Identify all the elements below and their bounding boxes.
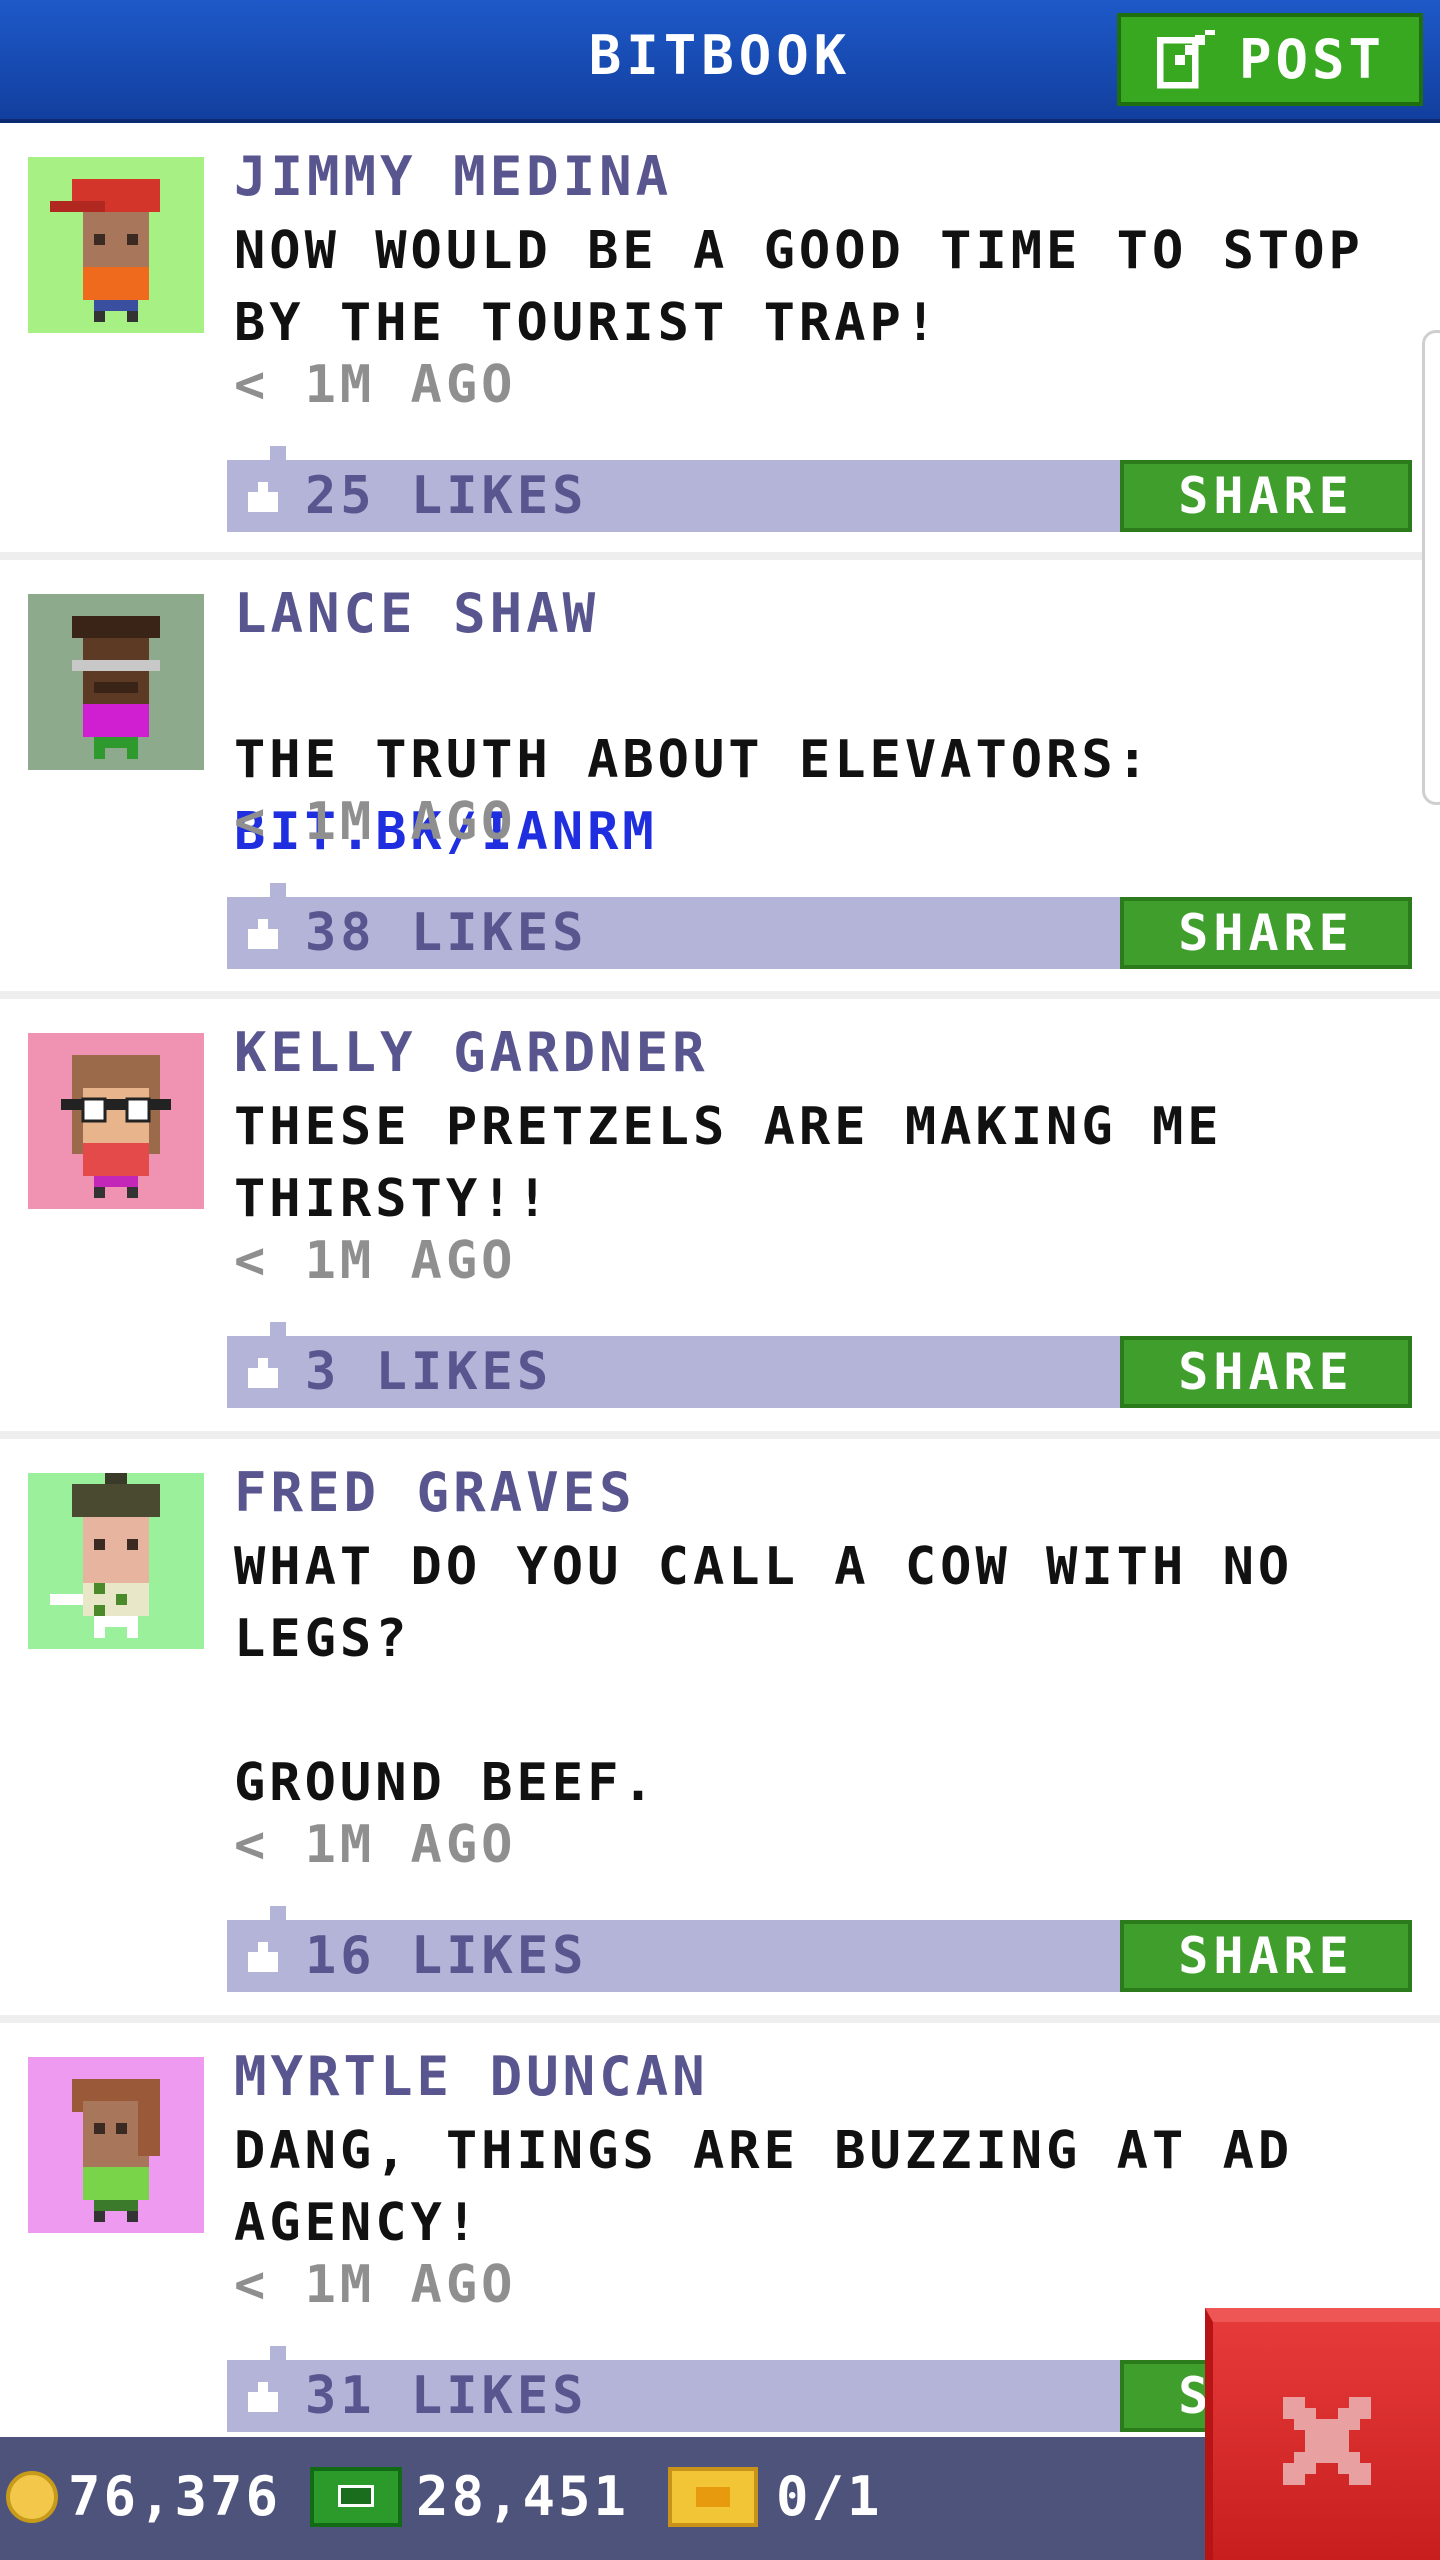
like-bar-notch: [270, 446, 286, 460]
post-author: KELLY GARDNER: [234, 1021, 709, 1084]
like-count: 25 LIKES: [305, 466, 588, 526]
like-bar-notch: [270, 1906, 286, 1920]
post-timestamp: < 1M AGO: [234, 792, 517, 852]
post-timestamp: < 1M AGO: [234, 1231, 517, 1291]
post-author: LANCE SHAW: [234, 582, 600, 645]
avatar[interactable]: [28, 2057, 204, 2233]
post-message: WHAT DO YOU CALL A COW WITH NO LEGS? GRO…: [234, 1537, 1294, 1813]
bux-icon: [310, 2466, 402, 2527]
thumbs-up-icon: [248, 1358, 278, 1388]
feed-post: JIMMY MEDINA NOW WOULD BE A GOOD TIME TO…: [0, 123, 1440, 560]
share-button[interactable]: SHARE: [1120, 897, 1412, 969]
like-count: 38 LIKES: [305, 903, 588, 963]
close-button[interactable]: [1205, 2308, 1440, 2560]
scroll-indicator[interactable]: [1422, 330, 1440, 805]
close-icon: [1282, 2397, 1371, 2485]
avatar[interactable]: [28, 594, 204, 770]
share-button[interactable]: SHARE: [1120, 1920, 1412, 1992]
avatar-image: [28, 594, 204, 770]
feed-post: KELLY GARDNER THESE PRETZELS ARE MAKING …: [0, 999, 1440, 1439]
avatar-image: [28, 1473, 204, 1649]
coins-stat: 76,376: [6, 2465, 281, 2528]
avatar-image: [28, 157, 204, 333]
post-message: DANG, THINGS ARE BUZZING AT AD AGENCY!: [234, 2121, 1294, 2253]
thumbs-up-icon: [248, 2382, 278, 2412]
avatar[interactable]: [28, 1473, 204, 1649]
post-author: MYRTLE DUNCAN: [234, 2045, 709, 2108]
post-author: FRED GRAVES: [234, 1461, 636, 1524]
avatar-image: [28, 2057, 204, 2233]
avatar-image: [28, 1033, 204, 1209]
app-header: BITBOOK POST: [0, 0, 1440, 123]
post-button[interactable]: POST: [1117, 13, 1423, 106]
avatar[interactable]: [28, 1033, 204, 1209]
post-message: THESE PRETZELS ARE MAKING ME THIRSTY!!: [234, 1097, 1223, 1229]
thumbs-up-icon: [248, 919, 278, 949]
like-bar[interactable]: 38 LIKES SHARE: [227, 883, 1412, 969]
bux-value: 28,451: [416, 2465, 630, 2528]
tickets-stat: 0/1: [668, 2465, 883, 2528]
post-timestamp: < 1M AGO: [234, 1815, 517, 1875]
like-bar[interactable]: 3 LIKES SHARE: [227, 1322, 1412, 1408]
post-message: NOW WOULD BE A GOOD TIME TO STOP BY THE …: [234, 221, 1364, 353]
tickets-value: 0/1: [776, 2465, 883, 2528]
like-count: 3 LIKES: [305, 1342, 553, 1402]
feed-post: FRED GRAVES WHAT DO YOU CALL A COW WITH …: [0, 1439, 1440, 2023]
avatar[interactable]: [28, 157, 204, 333]
coins-value: 76,376: [68, 2465, 282, 2528]
like-bar-notch: [270, 2346, 286, 2360]
post-timestamp: < 1M AGO: [234, 355, 517, 415]
like-bar-notch: [270, 1322, 286, 1336]
bux-stat: 28,451: [310, 2465, 629, 2528]
thumbs-up-icon: [248, 1942, 278, 1972]
ticket-icon: [668, 2466, 758, 2527]
like-count: 16 LIKES: [305, 1926, 588, 1986]
coin-icon: [6, 2470, 58, 2523]
feed-post: LANCE SHAW THE TRUTH ABOUT ELEVATORS: BI…: [0, 560, 1440, 999]
share-button[interactable]: SHARE: [1120, 460, 1412, 532]
post-author: JIMMY MEDINA: [234, 145, 673, 208]
post-message-text: THE TRUTH ABOUT ELEVATORS:: [234, 730, 1152, 790]
like-count: 31 LIKES: [305, 2366, 588, 2426]
post-timestamp: < 1M AGO: [234, 2255, 517, 2315]
edit-icon: [1156, 29, 1215, 88]
like-bar-notch: [270, 883, 286, 897]
share-button[interactable]: SHARE: [1120, 1336, 1412, 1408]
thumbs-up-icon: [248, 482, 278, 512]
like-bar[interactable]: 25 LIKES SHARE: [227, 446, 1412, 532]
like-bar[interactable]: 16 LIKES SHARE: [227, 1906, 1412, 1992]
post-button-label: POST: [1238, 28, 1386, 91]
